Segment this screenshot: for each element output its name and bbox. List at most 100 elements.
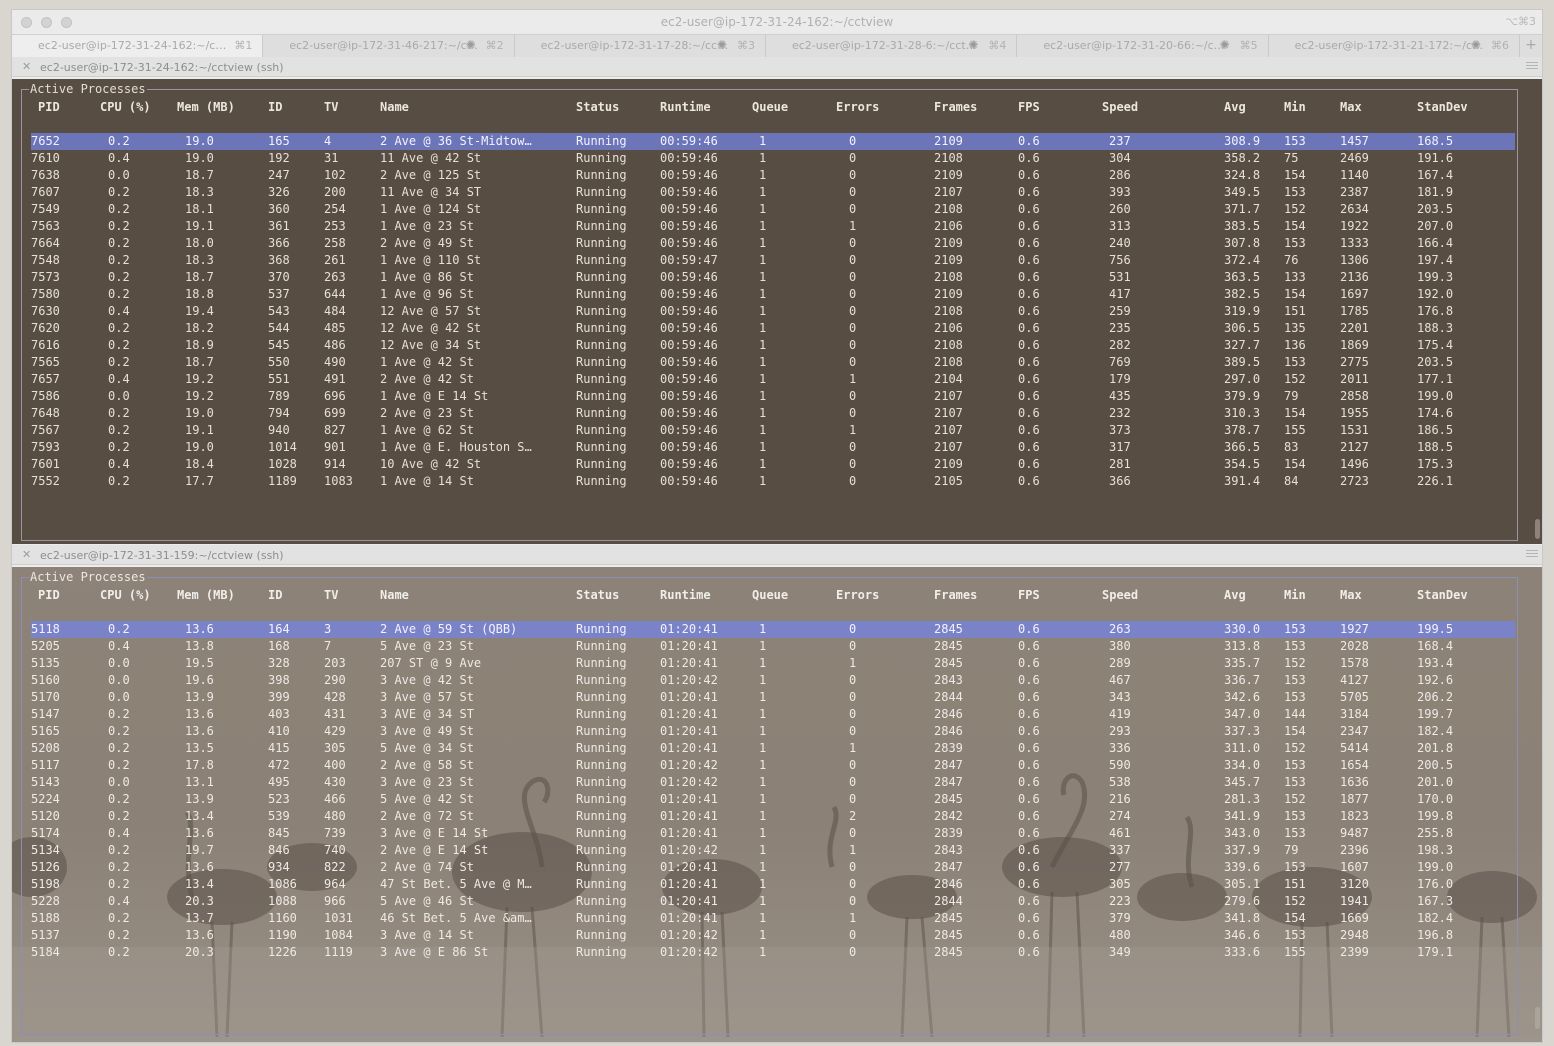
table-row[interactable]: 7610 0.4 19.0 192 31 11 Ave @ 42 St Running 00:… bbox=[12, 150, 1542, 167]
table-row[interactable]: 7565 0.2 18.7 550 490 1 Ave @ 42 St Running 00:… bbox=[12, 354, 1542, 371]
tab-1[interactable]: ec2-user@ip-172-31-24-162:~/cctv… ⌘1 bbox=[12, 35, 264, 57]
tab-2[interactable]: ec2-user@ip-172-31-46-217:~/c… ✺ ⌘2 bbox=[263, 35, 515, 57]
table-row[interactable]: 5117 0.2 17.8 472 400 2 Ave @ 58 St Running 01:… bbox=[12, 757, 1542, 774]
column-header-runtime[interactable]: Runtime bbox=[660, 587, 711, 604]
table-row[interactable]: 7548 0.2 18.3 368 261 1 Ave @ 110 St Running 00… bbox=[12, 252, 1542, 269]
tab-5[interactable]: ec2-user@ip-172-31-20-66:~/c… ✺ ⌘5 bbox=[1017, 35, 1269, 57]
column-header-min[interactable]: Min bbox=[1284, 99, 1306, 116]
column-header-status[interactable]: Status bbox=[576, 99, 619, 116]
column-header-tv[interactable]: TV bbox=[324, 587, 338, 604]
column-header-tv[interactable]: TV bbox=[324, 99, 338, 116]
table-row[interactable]: 5126 0.2 13.6 934 822 2 Ave @ 74 St Running 01:… bbox=[12, 859, 1542, 876]
column-header-fps[interactable]: FPS bbox=[1018, 587, 1040, 604]
tab-6[interactable]: ec2-user@ip-172-31-21-172:~/c… ✺ ⌘6 bbox=[1269, 35, 1520, 57]
tab-4[interactable]: ec2-user@ip-172-31-28-6:~/cct… ✺ ⌘4 bbox=[766, 35, 1018, 57]
column-header-cpu[interactable]: CPU (%) bbox=[100, 587, 151, 604]
close-icon[interactable]: ✕ bbox=[22, 548, 31, 561]
table-row[interactable]: 7664 0.2 18.0 366 258 2 Ave @ 49 St Running 00:… bbox=[12, 235, 1542, 252]
scrollbar[interactable] bbox=[1535, 1007, 1540, 1029]
column-header-max[interactable]: Max bbox=[1340, 99, 1362, 116]
pane-2[interactable]: Active Processes PID CPU (%) Mem (MB) ID TV N… bbox=[12, 567, 1542, 1042]
column-header-frames[interactable]: Frames bbox=[934, 587, 977, 604]
cell-pid: 7573 bbox=[31, 270, 60, 284]
drag-handle-icon[interactable] bbox=[1526, 62, 1538, 70]
table-row[interactable]: 7586 0.0 19.2 789 696 1 Ave @ E 14 St Running 0… bbox=[12, 388, 1542, 405]
cell-cpu: 0.0 bbox=[108, 673, 130, 687]
tab-3[interactable]: ec2-user@ip-172-31-17-28:~/cct… ✺ ⌘3 bbox=[515, 35, 766, 57]
table-row[interactable]: 7593 0.2 19.0 1014 901 1 Ave @ E. Houston S… R… bbox=[12, 439, 1542, 456]
new-tab-button[interactable]: + bbox=[1520, 35, 1542, 57]
column-header-name[interactable]: Name bbox=[380, 99, 409, 116]
column-header-mem[interactable]: Mem (MB) bbox=[177, 99, 235, 116]
table-row[interactable]: 5188 0.2 13.7 1160 1031 46 St Bet. 5 Ave &am…… bbox=[12, 910, 1542, 927]
table-row[interactable]: 7607 0.2 18.3 326 200 11 Ave @ 34 ST Running 00… bbox=[12, 184, 1542, 201]
scrollbar[interactable] bbox=[1535, 519, 1540, 539]
title-bar[interactable]: ec2-user@ip-172-31-24-162:~/cctview ⌥⌘3 bbox=[12, 10, 1542, 34]
column-header-queue[interactable]: Queue bbox=[752, 99, 788, 116]
table-row[interactable]: 5205 0.4 13.8 168 7 5 Ave @ 23 St Running 01:20… bbox=[12, 638, 1542, 655]
column-header-pid[interactable]: PID bbox=[38, 99, 60, 116]
column-header-speed[interactable]: Speed bbox=[1102, 587, 1138, 604]
table-row[interactable]: 7580 0.2 18.8 537 644 1 Ave @ 96 St Running 00:… bbox=[12, 286, 1542, 303]
table-row[interactable]: 5137 0.2 13.6 1190 1084 3 Ave @ 14 St Running 0… bbox=[12, 927, 1542, 944]
column-header-errors[interactable]: Errors bbox=[836, 99, 879, 116]
table-row[interactable]: 5208 0.2 13.5 415 305 5 Ave @ 34 St Running 01:… bbox=[12, 740, 1542, 757]
table-row[interactable]: 7616 0.2 18.9 545 486 12 Ave @ 34 St Running 00… bbox=[12, 337, 1542, 354]
table-row[interactable]: 7638 0.0 18.7 247 102 2 Ave @ 125 St Running 00… bbox=[12, 167, 1542, 184]
table-row[interactable]: 5174 0.4 13.6 845 739 3 Ave @ E 14 St Running 0… bbox=[12, 825, 1542, 842]
column-header-errors[interactable]: Errors bbox=[836, 587, 879, 604]
cell-errors: 0 bbox=[849, 134, 857, 148]
table-row[interactable]: 7552 0.2 17.7 1189 1083 1 Ave @ 14 St Running 0… bbox=[12, 473, 1542, 490]
drag-handle-icon[interactable] bbox=[1526, 550, 1538, 558]
column-header-mem[interactable]: Mem (MB) bbox=[177, 587, 235, 604]
table-row[interactable]: 5228 0.4 20.3 1088 966 5 Ave @ 46 St Running 01… bbox=[12, 893, 1542, 910]
cell-mem: 13.6 bbox=[185, 860, 214, 874]
column-header-avg[interactable]: Avg bbox=[1224, 99, 1246, 116]
column-header-max[interactable]: Max bbox=[1340, 587, 1362, 604]
table-row[interactable]: 7567 0.2 19.1 940 827 1 Ave @ 62 St Running 00:… bbox=[12, 422, 1542, 439]
table-row[interactable]: 5134 0.2 19.7 846 740 2 Ave @ E 14 St Running 0… bbox=[12, 842, 1542, 859]
column-header-standev[interactable]: StanDev bbox=[1417, 99, 1468, 116]
table-row[interactable]: 5170 0.0 13.9 399 428 3 Ave @ 57 St Running 01:… bbox=[12, 689, 1542, 706]
pane-1[interactable]: Active Processes PID CPU (%) Mem (MB) ID TV N… bbox=[12, 79, 1542, 544]
table-row[interactable]: 7601 0.4 18.4 1028 914 10 Ave @ 42 St Running 0… bbox=[12, 456, 1542, 473]
table-row[interactable]: 7657 0.4 19.2 551 491 2 Ave @ 42 St Running 00:… bbox=[12, 371, 1542, 388]
column-header-cpu[interactable]: CPU (%) bbox=[100, 99, 151, 116]
column-header-id[interactable]: ID bbox=[268, 587, 282, 604]
table-row[interactable]: 5160 0.0 19.6 398 290 3 Ave @ 42 St Running 01:… bbox=[12, 672, 1542, 689]
column-header-runtime[interactable]: Runtime bbox=[660, 99, 711, 116]
column-header-fps[interactable]: FPS bbox=[1018, 99, 1040, 116]
table-row[interactable]: 5135 0.0 19.5 328 203 207 ST @ 9 Ave Running 01… bbox=[12, 655, 1542, 672]
cell-min: 153 bbox=[1284, 775, 1306, 789]
column-header-pid[interactable]: PID bbox=[38, 587, 60, 604]
cell-runtime: 00:59:46 bbox=[660, 389, 718, 403]
column-header-queue[interactable]: Queue bbox=[752, 587, 788, 604]
table-row[interactable]: 7648 0.2 19.0 794 699 2 Ave @ 23 St Running 00:… bbox=[12, 405, 1542, 422]
table-row[interactable]: 7573 0.2 18.7 370 263 1 Ave @ 86 St Running 00:… bbox=[12, 269, 1542, 286]
table-row[interactable]: 7549 0.2 18.1 360 254 1 Ave @ 124 St Running 00… bbox=[12, 201, 1542, 218]
cell-id: 415 bbox=[268, 741, 290, 755]
table-row[interactable]: 7652 0.2 19.0 165 4 2 Ave @ 36 St-Midtow… Runn… bbox=[12, 133, 1542, 150]
table-row[interactable]: 5118 0.2 13.6 164 3 2 Ave @ 59 St (QBB) Runnin… bbox=[12, 621, 1542, 638]
table-row[interactable]: 5165 0.2 13.6 410 429 3 Ave @ 49 St Running 01:… bbox=[12, 723, 1542, 740]
table-row[interactable]: 7563 0.2 19.1 361 253 1 Ave @ 23 St Running 00:… bbox=[12, 218, 1542, 235]
table-row[interactable]: 5224 0.2 13.9 523 466 5 Ave @ 42 St Running 01:… bbox=[12, 791, 1542, 808]
table-row[interactable]: 5198 0.2 13.4 1086 964 47 St Bet. 5 Ave @ M… R… bbox=[12, 876, 1542, 893]
table-row[interactable]: 5120 0.2 13.4 539 480 2 Ave @ 72 St Running 01:… bbox=[12, 808, 1542, 825]
column-header-speed[interactable]: Speed bbox=[1102, 99, 1138, 116]
column-header-name[interactable]: Name bbox=[380, 587, 409, 604]
table-row[interactable]: 7630 0.4 19.4 543 484 12 Ave @ 57 St Running 00… bbox=[12, 303, 1542, 320]
column-header-avg[interactable]: Avg bbox=[1224, 587, 1246, 604]
close-icon[interactable]: ✕ bbox=[22, 60, 31, 73]
column-header-min[interactable]: Min bbox=[1284, 587, 1306, 604]
table-row[interactable]: 5143 0.0 13.1 495 430 3 Ave @ 23 St Running 01:… bbox=[12, 774, 1542, 791]
cell-standev: 199.7 bbox=[1417, 707, 1454, 721]
column-header-standev[interactable]: StanDev bbox=[1417, 587, 1468, 604]
table-row[interactable]: 5184 0.2 20.3 1226 1119 3 Ave @ E 86 St Runnin… bbox=[12, 944, 1542, 961]
column-header-id[interactable]: ID bbox=[268, 99, 282, 116]
cell-status: Running bbox=[576, 219, 627, 233]
table-row[interactable]: 5147 0.2 13.6 403 431 3 AVE @ 34 ST Running 01:… bbox=[12, 706, 1542, 723]
table-row[interactable]: 7620 0.2 18.2 544 485 12 Ave @ 42 St Running 00… bbox=[12, 320, 1542, 337]
column-header-frames[interactable]: Frames bbox=[934, 99, 977, 116]
column-header-status[interactable]: Status bbox=[576, 587, 619, 604]
